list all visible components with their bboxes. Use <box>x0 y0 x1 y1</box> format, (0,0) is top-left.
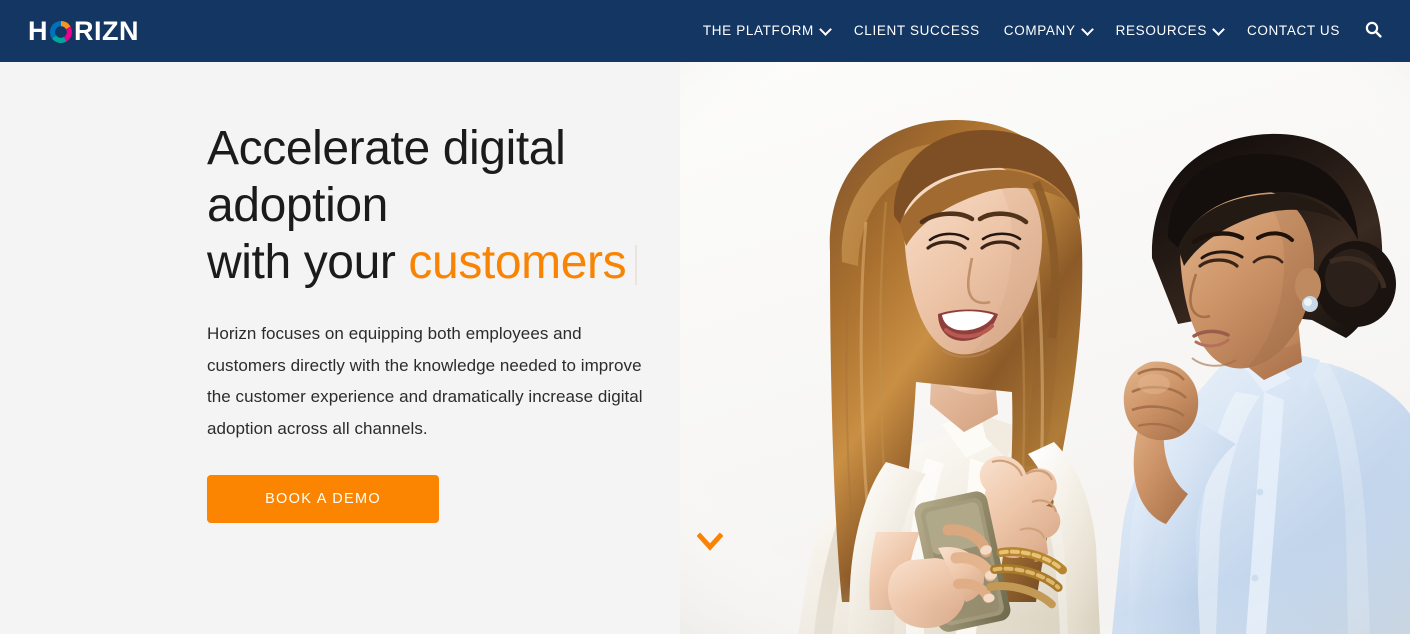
hero-headline-accent: customers <box>408 236 627 289</box>
search-button[interactable] <box>1352 0 1394 62</box>
brand-text-after: RIZN <box>74 15 139 46</box>
nav-label: THE PLATFORM <box>702 23 814 39</box>
brand-logo[interactable]: H RIZN <box>28 0 139 62</box>
chevron-down-icon <box>1083 25 1092 34</box>
chevron-down-icon <box>1214 25 1223 34</box>
nav-label: COMPANY <box>1003 23 1076 39</box>
page-root: H RIZN THE PLATFORM CLIENT SUCCESS COMPA… <box>0 0 1410 634</box>
typing-caret <box>635 245 638 285</box>
nav-label: CLIENT SUCCESS <box>853 23 980 39</box>
hero-headline: Accelerate digital adoption with your cu… <box>207 120 747 291</box>
chevron-down-icon <box>821 25 830 34</box>
main-navigation: THE PLATFORM CLIENT SUCCESS COMPANY RESO… <box>691 0 1394 62</box>
search-icon <box>1365 21 1382 41</box>
book-a-demo-button[interactable]: BOOK A DEMO <box>207 475 439 523</box>
brand-text-before: H <box>28 15 48 46</box>
hero-photo <box>680 62 1410 634</box>
site-header: H RIZN THE PLATFORM CLIENT SUCCESS COMPA… <box>0 0 1410 62</box>
scroll-down-button[interactable] <box>696 532 724 552</box>
nav-label: RESOURCES <box>1115 23 1207 39</box>
nav-item-company[interactable]: COMPANY <box>992 0 1104 62</box>
chevron-down-icon <box>696 532 724 556</box>
hero-copy: Accelerate digital adoption with your cu… <box>207 120 747 523</box>
nav-item-the-platform[interactable]: THE PLATFORM <box>691 0 842 62</box>
horizn-ring-icon <box>49 20 73 44</box>
nav-label: CONTACT US <box>1246 23 1340 39</box>
brand-wordmark: H RIZN <box>28 15 139 46</box>
hero-section: Accelerate digital adoption with your cu… <box>0 62 1410 634</box>
nav-item-contact-us[interactable]: CONTACT US <box>1235 0 1352 62</box>
nav-item-resources[interactable]: RESOURCES <box>1104 0 1235 62</box>
nav-item-client-success[interactable]: CLIENT SUCCESS <box>842 0 992 62</box>
hero-subtitle: Horizn focuses on equipping both employe… <box>207 324 643 438</box>
hero-headline-line1: Accelerate digital adoption <box>207 122 566 232</box>
hero-headline-line2-prefix: with your <box>207 236 409 289</box>
